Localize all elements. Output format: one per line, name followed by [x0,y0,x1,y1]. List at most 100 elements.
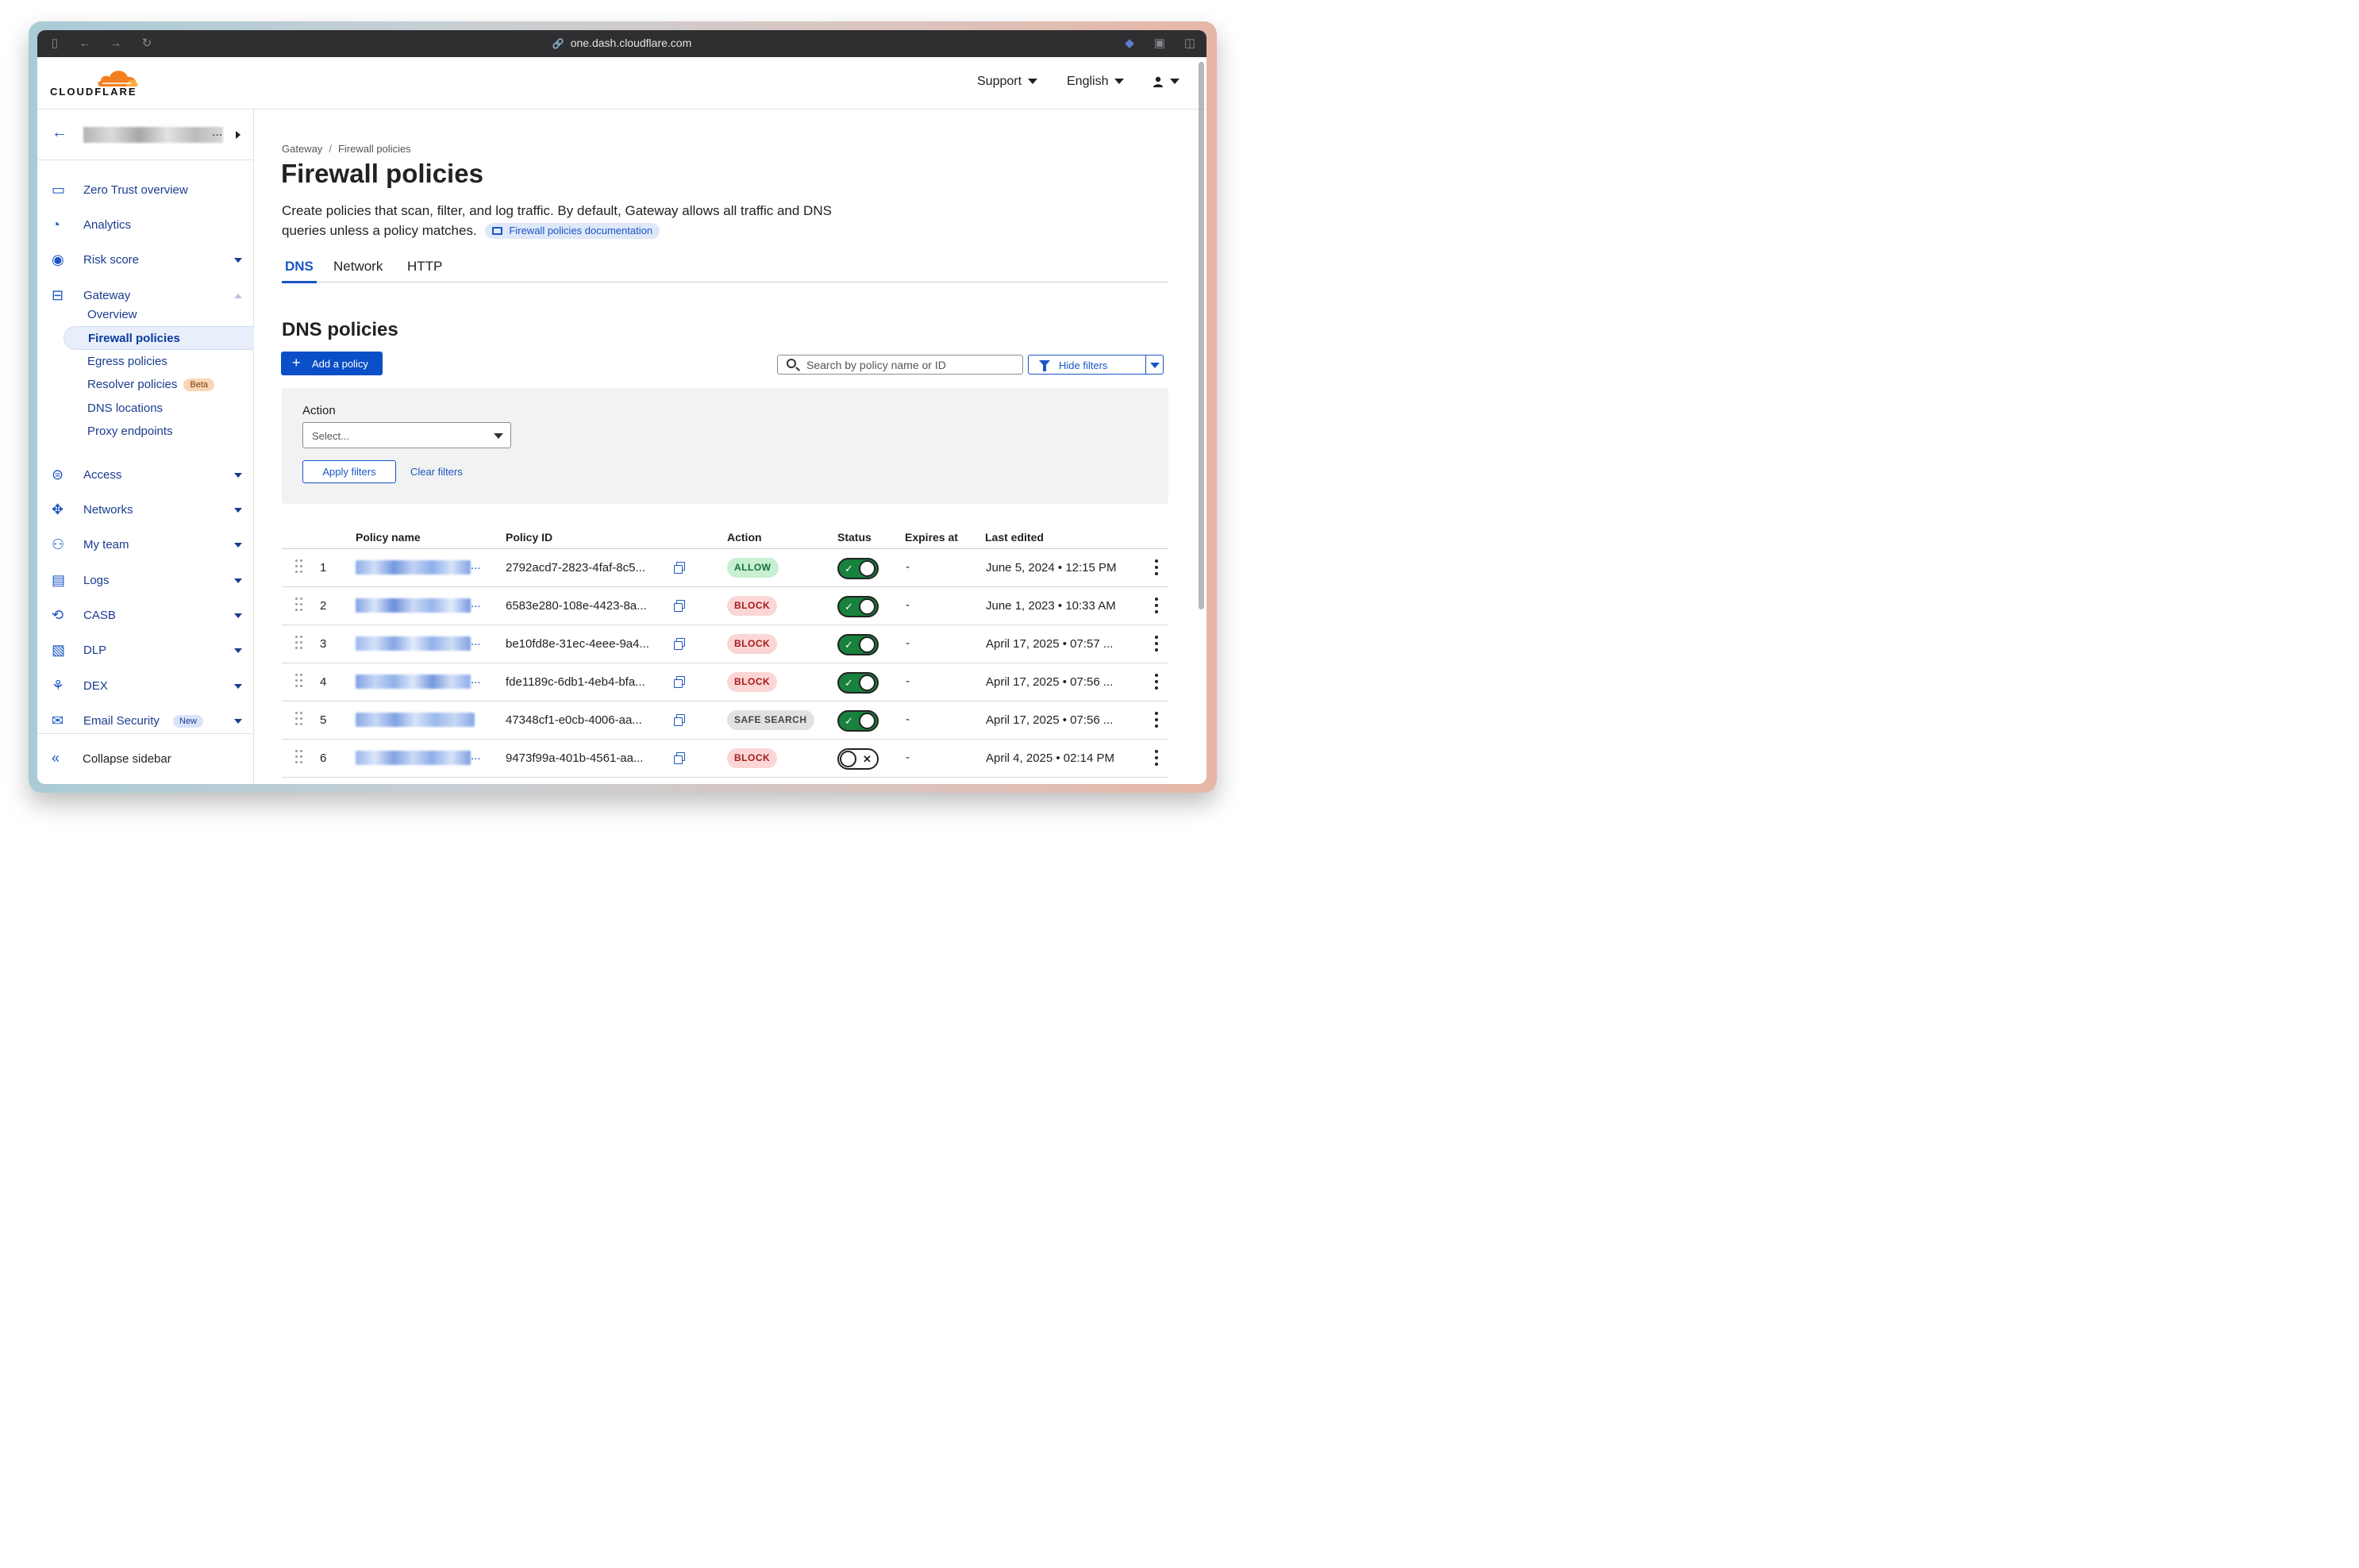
policy-name-redacted[interactable] [356,751,471,765]
chevron-down-icon [1170,79,1180,85]
chevron-down-icon[interactable] [234,613,242,618]
copy-icon[interactable] [674,600,685,612]
language-menu[interactable]: English [1067,75,1125,89]
chevron-down-icon[interactable] [234,578,242,583]
search-field[interactable] [777,355,1023,375]
status-toggle[interactable]: ✓ [837,634,879,655]
table-row[interactable]: 4... fde1189c-6db1-4eb4-bfa... BLOCK ✓ - Apri… [282,663,1168,701]
cloudflare-logo[interactable]: CLOUDFLARE [50,67,142,102]
sidebar-item-email-security[interactable]: ✉ Email Security New [37,705,254,737]
search-input[interactable] [806,357,1013,372]
hide-filters-button[interactable]: Hide filters [1028,355,1164,375]
status-toggle[interactable]: ✓ [837,710,879,732]
sidebar-subitem-proxy-endpoints[interactable]: Proxy endpoints [63,420,254,444]
drag-handle-icon[interactable] [295,750,303,767]
page-scrollbar[interactable] [1199,62,1204,609]
table-row[interactable]: 3... be10fd8e-31ec-4eee-9a4... BLOCK ✓ - Apri… [282,625,1168,663]
address-bar[interactable]: 🔗 one.dash.cloudflare.com [37,37,1206,49]
back-arrow-icon[interactable]: ← [52,124,67,142]
sidebar-item-dlp[interactable]: ▧ DLP [37,635,254,667]
column-header[interactable]: Action [727,531,762,544]
more-options-icon[interactable] [1154,636,1159,653]
table-row[interactable]: 1... 2792acd7-2823-4faf-8c5... ALLOW ✓ - June… [282,549,1168,587]
shield-extension-icon[interactable]: ◆ [1122,36,1137,52]
sidebar-subitem-overview[interactable]: Overview [63,303,254,327]
column-header[interactable]: Status [837,531,872,544]
sidebar-item-zero-trust-overview[interactable]: ▭ Zero Trust overview [37,175,254,206]
more-options-icon[interactable] [1154,712,1159,729]
documentation-link[interactable]: Firewall policies documentation [485,223,660,239]
status-toggle[interactable]: ✓ [837,558,879,579]
sidebar-subitem-firewall-policies[interactable]: Firewall policies [63,326,254,350]
sidebar-subitem-resolver-policies[interactable]: Resolver policies Beta [63,373,254,397]
table-row[interactable]: 5 47348cf1-e0cb-4006-aa... SAFE SEARCH ✓ - Ap… [282,701,1168,740]
sidebar-item-risk-score[interactable]: ◉ Risk score [37,244,254,276]
chevron-down-icon[interactable] [234,473,242,478]
chevron-down-icon [494,433,503,439]
drag-handle-icon[interactable] [295,674,303,691]
policy-name-redacted[interactable] [356,674,471,689]
action-select[interactable]: Select... [302,422,511,448]
chevron-down-icon[interactable] [234,508,242,513]
policy-name-redacted[interactable] [356,636,471,651]
breadcrumb-gateway[interactable]: Gateway [282,143,322,155]
chevron-down-icon[interactable] [234,719,242,724]
copy-icon[interactable] [674,638,685,650]
split-view-icon[interactable]: ◫ [1182,36,1198,52]
sidebar-item-access[interactable]: ⊜ Access [37,459,254,491]
sidebar-item-networks[interactable]: ✥ Networks [37,494,254,526]
copy-icon[interactable] [674,714,685,726]
chevron-down-icon[interactable] [234,543,242,548]
extension-icon[interactable]: ▣ [1152,36,1168,52]
copy-icon[interactable] [674,676,685,688]
sidebar-item-my-team[interactable]: ⚇ My team [37,529,254,561]
drag-handle-icon[interactable] [295,712,303,729]
account-switcher[interactable]: ← ... [37,110,254,160]
policy-name-redacted[interactable] [356,713,475,727]
chevron-down-icon[interactable] [234,684,242,689]
column-header[interactable]: Expires at [905,531,958,544]
clear-filters-button[interactable]: Clear filters [410,466,463,478]
chevron-down-icon[interactable] [234,648,242,653]
column-header[interactable]: Last edited [985,531,1044,544]
policy-name-redacted[interactable] [356,598,471,613]
status-toggle[interactable]: ✕ [837,748,879,770]
more-options-icon[interactable] [1154,750,1159,767]
sidebar-item-casb[interactable]: ⟲ CASB [37,600,254,632]
copy-icon[interactable] [674,562,685,574]
sidebar-item-dex[interactable]: ⚘ DEX [37,671,254,702]
copy-icon[interactable] [674,752,685,764]
apply-filters-button[interactable]: Apply filters [302,460,396,483]
tab-network[interactable]: Network [330,259,386,281]
status-toggle[interactable]: ✓ [837,672,879,694]
drag-handle-icon[interactable] [295,559,303,577]
chevron-down-icon[interactable] [1150,363,1160,368]
add-policy-button[interactable]: + Add a policy [281,352,383,375]
drag-handle-icon[interactable] [295,636,303,653]
tab-dns[interactable]: DNS [282,259,317,283]
chevron-down-icon [1114,79,1125,85]
sidebar-subitem-egress-policies[interactable]: Egress policies [63,350,254,374]
policy-name-redacted[interactable] [356,560,471,575]
chevron-down-icon[interactable] [234,258,242,263]
more-options-icon[interactable] [1154,674,1159,691]
expires-at: - [906,713,910,726]
status-toggle[interactable]: ✓ [837,596,879,617]
pie-chart-icon: ◔ [52,217,60,233]
chevron-up-icon[interactable] [234,294,242,298]
column-header[interactable]: Policy ID [506,531,552,544]
collapse-sidebar-button[interactable]: « Collapse sidebar [37,733,254,784]
support-menu[interactable]: Support [977,75,1038,89]
drag-handle-icon[interactable] [295,598,303,615]
sidebar-item-logs[interactable]: ▤ Logs [37,565,254,597]
more-options-icon[interactable] [1154,598,1159,615]
column-header[interactable]: Policy name [356,531,421,544]
plus-icon: + [292,355,301,371]
sidebar-subitem-dns-locations[interactable]: DNS locations [63,397,254,421]
more-options-icon[interactable] [1154,559,1159,577]
table-row[interactable]: 6... 9473f99a-401b-4561-aa... BLOCK ✕ - April… [282,740,1168,778]
user-menu[interactable] [1153,75,1180,89]
tab-http[interactable]: HTTP [404,259,445,281]
table-row[interactable]: 2... 6583e280-108e-4423-8a... BLOCK ✓ - June … [282,587,1168,625]
sidebar-item-analytics[interactable]: ◔ Analytics [37,209,254,241]
